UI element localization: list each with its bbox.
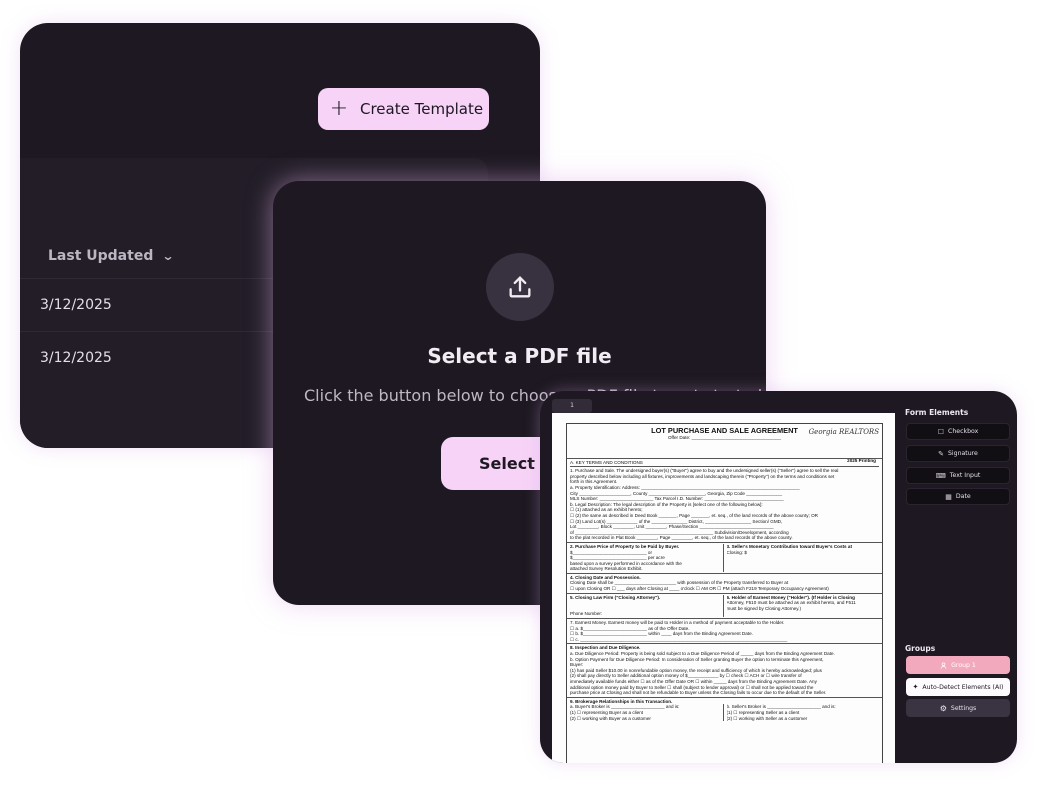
document-line: ☐ c. ___________________________________… (570, 636, 788, 642)
column-header-label: Last Updated (48, 248, 154, 264)
settings-button[interactable]: ⚙ Settings (906, 699, 1010, 717)
plus-icon: + (329, 96, 349, 121)
closing-clause: 4. Closing Date and Possession. Closing … (567, 575, 882, 592)
purchase-price-clause: 2. Purchase Price of Property to be Paid… (570, 544, 723, 572)
chevron-down-icon: ⌄ (161, 249, 175, 263)
magic-wand-icon: ✦ (912, 683, 919, 691)
document-line: Phone Number: (570, 611, 603, 617)
document-line: 1. Purchase and Sale. The undersigned bu… (570, 468, 839, 474)
create-template-label: Create Template (360, 100, 484, 118)
attorney-section: 5. Closing Law Firm ("Closing Attorney")… (567, 594, 882, 618)
document-line: Closing: $ (726, 549, 747, 555)
element-label: Signature (948, 450, 978, 457)
gear-icon: ⚙ (939, 703, 947, 713)
calendar-icon: ▦ (945, 492, 952, 501)
inspection-clause: 8. Inspection and Due Diligence. a. Due … (567, 645, 882, 695)
text-input-icon: ⌨ (935, 471, 946, 480)
document-line: ☐ upon Closing OR ☐ ___ days after Closi… (570, 586, 829, 592)
pdf-document: LOT PURCHASE AND SALE AGREEMENT Offer Da… (566, 423, 883, 763)
page-tab[interactable]: 1 (552, 399, 592, 413)
printing-year: 2025 Printing (847, 458, 876, 463)
upload-icon (486, 253, 554, 321)
element-label: Text Input (949, 472, 981, 479)
document-line: a. Due Diligence Period: Property is bei… (570, 651, 835, 656)
buyer-broker-clause: a. Buyer's Broker is ___________________… (570, 704, 723, 721)
settings-label: Settings (950, 704, 977, 712)
create-template-button[interactable]: + Create Template (318, 88, 489, 130)
earnest-holder-clause: 6. Holder of Earnest Money ("Holder"). (… (722, 594, 880, 618)
earnest-money-clause: 7. Earnest Money. Earnest money will be … (567, 620, 882, 642)
element-label: Date (955, 493, 971, 500)
closing-attorney-clause: 5. Closing Law Firm ("Closing Attorney")… (570, 595, 723, 617)
document-line: attached Survey Resolution Exhibit. (570, 566, 643, 572)
checkbox-icon: ☐ (937, 427, 945, 436)
group-label: Group 1 (951, 661, 976, 669)
document-line: (2) ☐ working with Seller as a customer (726, 715, 808, 721)
form-elements-panel: Form Elements ☐ Checkbox ✎ Signature ⌨ T… (905, 391, 1017, 763)
user-icon (940, 661, 947, 669)
seller-contribution-clause: 3. Seller's Monetary Contribution toward… (722, 543, 880, 572)
section-a: A. KEY TERMS AND CONDITIONS 1. Purchase … (567, 460, 882, 541)
upload-title: Select a PDF file (427, 344, 612, 368)
editor-card: 1 LOT PURCHASE AND SALE AGREEMENT Offer … (540, 391, 1017, 763)
pen-icon: ✎ (938, 449, 944, 458)
brokerage-clause: 9. Brokerage Relationships in this Trans… (567, 699, 882, 722)
group-1-button[interactable]: Group 1 (906, 656, 1010, 674)
checkbox-element-button[interactable]: ☐ Checkbox (906, 423, 1010, 440)
document-line: to the plat recorded in Plat Book ______… (570, 535, 793, 541)
section-heading: A. KEY TERMS AND CONDITIONS (570, 459, 643, 465)
seller-broker-clause: b. Seller's Broker is __________________… (722, 704, 880, 722)
pdf-page[interactable]: LOT PURCHASE AND SALE AGREEMENT Offer Da… (552, 413, 895, 763)
price-section: 2. Purchase Price of Property to be Paid… (567, 543, 882, 572)
auto-detect-button[interactable]: ✦ Auto-Detect Elements (AI) (906, 678, 1010, 696)
last-updated-header[interactable]: Last Updated ⌄ (48, 248, 175, 264)
purchase-and-sale-clause: 1. Purchase and Sale. The undersigned bu… (570, 468, 879, 541)
document-line: purchase price at Closing and shall not … (570, 690, 827, 696)
groups-heading: Groups (905, 644, 936, 653)
text-input-element-button[interactable]: ⌨ Text Input (906, 467, 1010, 484)
element-label: Checkbox (948, 428, 979, 435)
date-element-button[interactable]: ▦ Date (906, 488, 1010, 505)
signature-element-button[interactable]: ✎ Signature (906, 445, 1010, 462)
realtors-logo: Georgia REALTORS (808, 428, 879, 436)
auto-detect-label: Auto-Detect Elements (AI) (922, 683, 1004, 691)
document-line: (2) ☐ working with Buyer as a customer (570, 715, 651, 721)
form-elements-heading: Form Elements (905, 408, 969, 417)
last-updated-cell: 3/12/2025 (40, 297, 112, 313)
last-updated-cell: 3/12/2025 (40, 350, 112, 366)
document-line: must be signed by Closing Attorney.) (726, 605, 801, 611)
